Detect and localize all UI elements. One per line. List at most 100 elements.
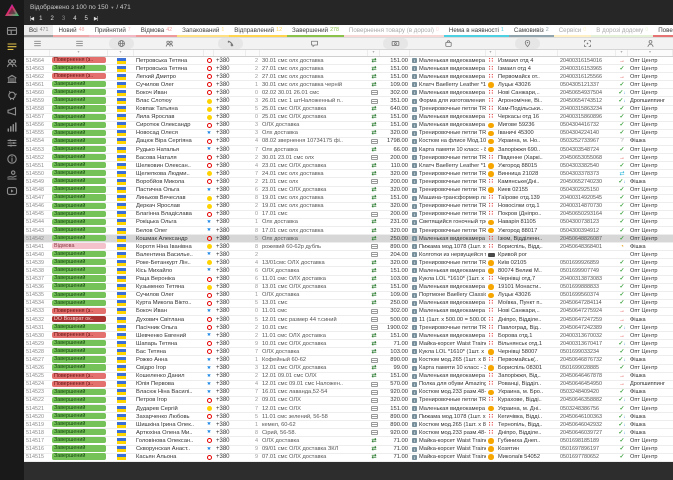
cell-product: iМаленькая видеокамера SQ8 *1609* bbox=[410, 283, 486, 291]
orders-table-body: 514564 Повернення (з.. Петровська Тетяна +3… bbox=[24, 56, 673, 462]
tab-Сервіси[interactable]: Сервіси 0 bbox=[553, 25, 592, 37]
filter-comment[interactable] bbox=[260, 50, 368, 56]
tab-Всі[interactable]: Всі 471 bbox=[24, 25, 54, 37]
cell-order-id: 514526 bbox=[26, 365, 44, 372]
page-button-3[interactable]: 3 bbox=[60, 16, 67, 22]
filter-delivery-status[interactable]: ▼ bbox=[616, 50, 628, 56]
product-info-icon: i bbox=[412, 317, 417, 323]
column-header-city[interactable] bbox=[496, 38, 558, 49]
filter-id[interactable] bbox=[24, 50, 50, 56]
last-page-button[interactable]: ▶| bbox=[94, 16, 98, 22]
tab-Повернення[interactable]: Повернення bbox=[653, 25, 673, 37]
tab-count: 7 bbox=[127, 27, 131, 33]
tab-Самовивіз[interactable]: Самовивіз 2 bbox=[508, 25, 554, 37]
cell-tracking-number: 20400316153965 bbox=[560, 65, 602, 72]
page-button-1[interactable]: 1 bbox=[37, 16, 44, 22]
tab-Нема в наявності[interactable]: Нема в наявності 1 bbox=[443, 25, 509, 37]
cell-amount: 103.00 bbox=[390, 276, 408, 283]
column-header-client[interactable] bbox=[134, 38, 204, 49]
sidebar-item-sliders[interactable] bbox=[6, 138, 19, 151]
ukraine-flag-icon bbox=[116, 308, 126, 315]
tab-Завершений[interactable]: Завершений 278 bbox=[287, 25, 344, 37]
cell-tracking-number: 0504305121337 bbox=[560, 81, 599, 88]
cell-tracking-number: 0504304224140 bbox=[560, 130, 599, 137]
filter-payment[interactable]: ▼ bbox=[368, 50, 380, 56]
product-name: Маленькая видеокамера SQ8 *1609* bbox=[419, 373, 486, 380]
page-button-5[interactable]: 5 bbox=[83, 16, 90, 22]
table-row[interactable]: 514515 Завершений Касьян Альона +380 9 07.01 … bbox=[24, 453, 673, 462]
tab-Відправлений[interactable]: Відправлений 12 bbox=[229, 25, 288, 37]
cell-operator: ★ bbox=[204, 131, 214, 136]
tab-Повернення товару (в дорозі)[interactable]: Повернення товару (в дорозі) 0 bbox=[343, 25, 444, 37]
filter-carrier[interactable]: ▼ bbox=[486, 50, 496, 56]
cell-operator bbox=[204, 98, 214, 104]
status-badge: Завершений bbox=[52, 299, 106, 306]
cell-tracking-number: 0501697896197 bbox=[560, 446, 599, 453]
column-header-phone[interactable] bbox=[214, 38, 246, 49]
cell-tracking-number: 0504303548724 bbox=[560, 146, 599, 153]
sidebar-item-video[interactable] bbox=[6, 186, 19, 199]
kyivstar-icon: ★ bbox=[206, 308, 212, 314]
cell-phone: +380 bbox=[216, 114, 230, 121]
cell-order-id: 514539 bbox=[26, 259, 44, 266]
cell-comment: ОЛХ доставка bbox=[262, 122, 300, 129]
money-transfer-icon: ⇄ bbox=[371, 73, 377, 80]
filter-country[interactable]: ▼ bbox=[108, 50, 134, 56]
sidebar-item-clients[interactable] bbox=[6, 58, 19, 71]
column-header-amount[interactable] bbox=[380, 38, 410, 49]
page-button-4[interactable]: 4 bbox=[71, 16, 78, 22]
filter-amount[interactable] bbox=[380, 50, 410, 56]
sidebar-item-piggy-bank[interactable] bbox=[6, 90, 19, 103]
column-header-ttn[interactable] bbox=[558, 38, 616, 49]
column-header-country[interactable] bbox=[108, 38, 134, 49]
column-header-comment[interactable] bbox=[260, 38, 368, 49]
cell-call-count: 3 bbox=[254, 122, 258, 129]
tab-Новий[interactable]: Новий 48 bbox=[53, 25, 90, 37]
page-size-dropdown-icon[interactable]: ▼ bbox=[110, 5, 114, 10]
cell-sales-channel: Опт Центр bbox=[630, 348, 658, 355]
filter-channel[interactable]: ▼ bbox=[628, 50, 673, 56]
filter-ttn[interactable] bbox=[558, 50, 616, 56]
tab-Прийнятий[interactable]: Прийнятий 7 bbox=[89, 25, 136, 37]
cell-country bbox=[108, 178, 134, 185]
filter-product[interactable] bbox=[410, 50, 486, 56]
filter-city[interactable] bbox=[496, 50, 558, 56]
tab-Відмова[interactable]: Відмова 42 bbox=[135, 25, 178, 37]
filter-phone[interactable] bbox=[214, 50, 246, 56]
column-header-channel[interactable] bbox=[628, 38, 673, 49]
tab-Запакований[interactable]: Запакований 1 bbox=[177, 25, 230, 37]
sidebar-item-hand-coin[interactable] bbox=[6, 169, 19, 183]
cell-phone: +380 bbox=[216, 446, 230, 453]
table-row[interactable]: 514541 Відмова Коротя Ніна Іванівна +380 8 ро… bbox=[24, 243, 673, 252]
nova-poshta-icon: ∷ bbox=[488, 421, 494, 428]
column-header-delivery-status[interactable] bbox=[616, 38, 628, 49]
sidebar-item-chart[interactable] bbox=[6, 121, 19, 135]
sidebar-item-info[interactable] bbox=[6, 153, 19, 167]
column-header-carrier[interactable] bbox=[486, 38, 496, 49]
sidebar-item-orders[interactable] bbox=[6, 42, 19, 55]
column-header-id[interactable] bbox=[24, 38, 50, 49]
filter-status[interactable]: ▼ bbox=[50, 50, 108, 56]
page-button-2[interactable]: 2 bbox=[49, 16, 56, 22]
tab-В дорозі додому[interactable]: В дорозі додому 0 bbox=[591, 25, 654, 37]
product-name: Маленькая видеокамера SQ8 *1609* bbox=[419, 122, 486, 129]
cell-order-id: 514538 bbox=[26, 267, 44, 274]
filter-operator[interactable] bbox=[204, 50, 214, 56]
column-header-payment[interactable] bbox=[368, 38, 380, 49]
sidebar-item-bank[interactable] bbox=[6, 74, 19, 87]
filter-calls[interactable] bbox=[246, 50, 260, 56]
cell-delivery-status: ✓ bbox=[616, 438, 628, 444]
column-header-operator[interactable] bbox=[204, 38, 214, 49]
ukraine-flag-icon bbox=[116, 421, 126, 428]
cell-country bbox=[108, 187, 134, 194]
sidebar-item-dashboard[interactable] bbox=[6, 26, 19, 39]
sidebar-item-megaphone[interactable] bbox=[6, 106, 19, 119]
cell-phone: +380 bbox=[216, 292, 230, 299]
product-name: Костюм на флисе Мод.1014 (1шт bbox=[419, 138, 486, 145]
column-header-product[interactable] bbox=[410, 38, 486, 49]
column-header-status[interactable] bbox=[50, 38, 108, 49]
column-header-calls[interactable] bbox=[246, 38, 260, 49]
first-page-button[interactable]: |◀ bbox=[30, 16, 34, 22]
filter-client[interactable] bbox=[134, 50, 204, 56]
cell-order-id: 514562 bbox=[26, 73, 44, 80]
